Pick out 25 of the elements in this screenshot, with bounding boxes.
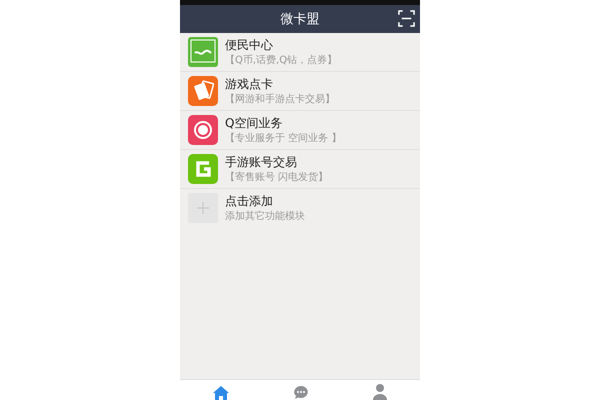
- person-icon[interactable]: [373, 384, 388, 400]
- list-item[interactable]: 便民中心 【Q币,话费,Q钻，点券】: [180, 33, 420, 72]
- list-item[interactable]: 手游账号交易 【寄售账号 闪电发货】: [180, 150, 420, 189]
- plus-icon: [188, 193, 218, 223]
- home-icon[interactable]: [212, 386, 229, 400]
- item-description: 【Q币,话费,Q钻，点券】: [225, 54, 338, 66]
- app-icon: [188, 154, 218, 184]
- scan-icon[interactable]: [398, 10, 415, 27]
- app-icon: [188, 76, 218, 106]
- list-item[interactable]: 点击添加 添加其它功能模块: [180, 189, 420, 227]
- item-title: 便民中心: [225, 38, 274, 52]
- item-description: 【网游和手游点卡交易】: [225, 94, 335, 106]
- item-title: 点击添加: [225, 194, 274, 208]
- item-description: 添加其它功能模块: [225, 210, 305, 222]
- item-description: 【专业服务于 空间业务 】: [225, 132, 342, 144]
- chat-bubble-icon[interactable]: [294, 386, 308, 400]
- list-item[interactable]: Q空间业务 【专业服务于 空间业务 】: [180, 111, 420, 150]
- item-title: Q空间业务: [225, 116, 284, 130]
- item-description: 【寄售账号 闪电发货】: [225, 172, 328, 184]
- page-title: 微卡盟: [280, 11, 320, 28]
- app-icon: [188, 37, 218, 67]
- item-title: 手游账号交易: [225, 154, 298, 168]
- item-title: 游戏点卡: [225, 76, 274, 90]
- list-item[interactable]: 游戏点卡 【网游和手游点卡交易】: [180, 72, 420, 111]
- app-icon: [188, 115, 218, 145]
